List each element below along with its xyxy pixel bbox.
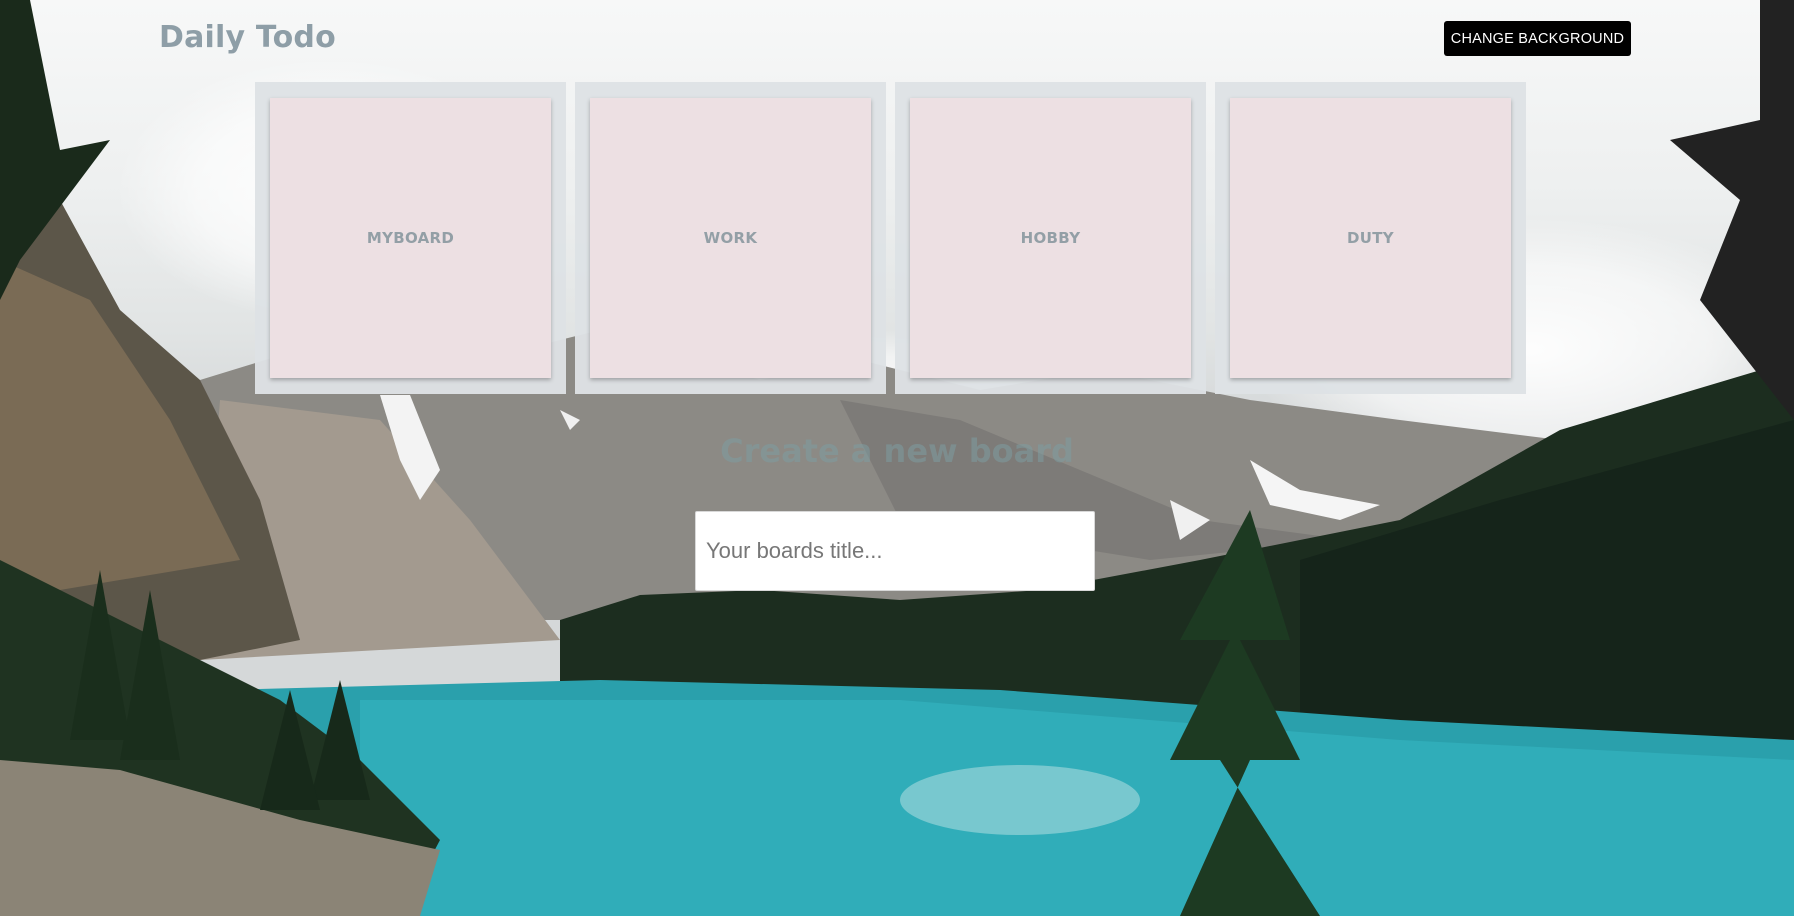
board-label: DUTY bbox=[1347, 229, 1394, 247]
board-frame: WORK bbox=[575, 82, 886, 394]
app-title: Daily Todo bbox=[159, 20, 336, 55]
board-label: HOBBY bbox=[1020, 229, 1081, 247]
board-card-duty[interactable]: DUTY bbox=[1230, 98, 1511, 378]
board-frame: MYBOARD bbox=[255, 82, 566, 394]
board-card-myboard[interactable]: MYBOARD bbox=[270, 98, 551, 378]
board-frame: DUTY bbox=[1215, 82, 1526, 394]
board-title-input[interactable] bbox=[695, 511, 1095, 591]
create-board-heading: Create a new board bbox=[720, 432, 1074, 470]
board-frame: HOBBY bbox=[895, 82, 1206, 394]
board-label: MYBOARD bbox=[366, 229, 455, 247]
board-card-work[interactable]: WORK bbox=[590, 98, 871, 378]
board-card-hobby[interactable]: HOBBY bbox=[910, 98, 1191, 378]
change-background-button[interactable]: CHANGE BACKGROUND bbox=[1444, 21, 1631, 56]
board-label: WORK bbox=[703, 229, 758, 247]
boards-row: MYBOARD WORK HOBBY DUTY bbox=[255, 82, 1526, 394]
